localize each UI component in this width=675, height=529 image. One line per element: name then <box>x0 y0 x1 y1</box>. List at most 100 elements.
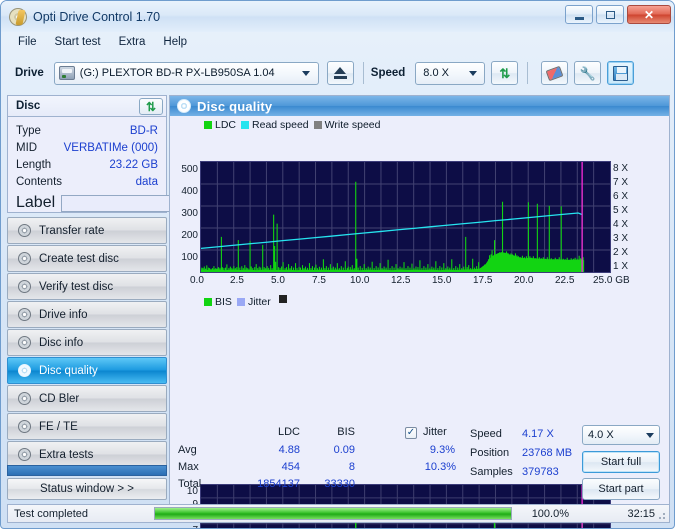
chevron-down-icon <box>298 63 315 84</box>
menu-bar: File Start test Extra Help <box>9 32 668 52</box>
sidebar-item-fe-te[interactable]: FE / TE <box>7 413 167 440</box>
progress-bar <box>154 507 512 520</box>
sidebar-item-disc-info[interactable]: Disc info <box>7 329 167 356</box>
results-samples-value: 379783 <box>522 466 559 478</box>
sidebar-item-label: Disc quality <box>39 364 98 377</box>
sidebar-accent-bar <box>7 465 167 476</box>
ldc-xtick-10: 25.0 GB <box>593 275 630 286</box>
toolbar: Drive (G:) PLEXTOR BD-R PX-LB950SA 1.04 … <box>7 54 670 92</box>
speed-select[interactable]: 8.0 X <box>415 61 486 85</box>
menu-file[interactable]: File <box>9 34 46 50</box>
ldc-xtick-8: 20.0 <box>514 275 534 286</box>
disc-info-row-contents: Contents data <box>16 173 158 190</box>
test-nav-list: Transfer rate Create test disc Verify te… <box>7 217 167 469</box>
drive-label: Drive <box>15 67 44 79</box>
disc-icon <box>16 448 32 462</box>
ldc-y2tick-1x: 1 X <box>613 261 629 272</box>
ldc-xtick-3: 7.5 <box>312 275 326 286</box>
disc-mid-label: MID <box>16 141 38 154</box>
disc-type-value: BD-R <box>129 124 158 137</box>
sidebar-item-transfer-rate[interactable]: Transfer rate <box>7 217 167 244</box>
results-avg-ldc: 4.88 <box>278 444 300 456</box>
ldc-ytick-100: 100 <box>181 252 198 263</box>
close-button[interactable]: ✕ <box>627 5 671 24</box>
disc-info-panel: Type BD-R MID VERBATIMe (000) Length 23.… <box>7 117 232 214</box>
toolbar-divider-2 <box>527 62 529 84</box>
menu-extra[interactable]: Extra <box>110 34 155 50</box>
settings-button[interactable]: 🔧 <box>574 61 602 85</box>
start-full-button[interactable]: Start full <box>582 451 660 473</box>
sidebar-item-label: Disc info <box>39 336 84 349</box>
disc-label-label: Label <box>16 194 56 211</box>
drive-select[interactable]: (G:) PLEXTOR BD-R PX-LB950SA 1.04 <box>53 61 319 85</box>
menu-start-test[interactable]: Start test <box>46 34 110 50</box>
ldc-legend-label: LDC <box>215 118 237 131</box>
minimize-icon <box>574 16 584 20</box>
results-total-ldc: 1854137 <box>257 478 300 490</box>
disc-refresh-button[interactable]: ⇅ <box>139 98 163 115</box>
status-window-button[interactable]: Status window > > <box>7 478 167 500</box>
results-max-jitter: 10.3% <box>424 461 456 473</box>
sidebar-item-create-test-disc[interactable]: Create test disc <box>7 245 167 272</box>
ldc-xtick-4: 10.0 <box>350 275 370 286</box>
jitter-legend-swatch <box>236 297 245 306</box>
speed-select-value: 8.0 X <box>423 67 449 79</box>
ldc-y2tick-6x: 6 X <box>613 191 629 202</box>
write-speed-legend-label: Write speed <box>324 118 381 131</box>
title-bar: Opti Drive Control 1.70 ✕ <box>1 1 674 32</box>
speed-label: Speed <box>370 67 406 79</box>
ldc-ytick-200: 200 <box>181 230 198 241</box>
results-avg-jitter: 9.3% <box>429 444 455 456</box>
erase-button[interactable] <box>541 61 569 85</box>
eject-icon <box>334 67 347 74</box>
chevron-down-icon <box>646 433 654 438</box>
ldc-y2tick-5x: 5 X <box>613 205 629 216</box>
start-part-button[interactable]: Start part <box>582 478 660 500</box>
read-speed-legend-label: Read speed <box>252 118 309 131</box>
save-button[interactable] <box>607 61 635 85</box>
resize-grip-icon[interactable] <box>656 510 666 520</box>
ldc-xtick-2: 5.0 <box>271 275 285 286</box>
write-speed-marker-icon <box>278 294 287 303</box>
maximize-button[interactable] <box>596 5 624 24</box>
results-max-bis: 8 <box>348 461 355 473</box>
minimize-button[interactable] <box>565 5 593 24</box>
disc-icon <box>16 308 32 322</box>
sidebar-item-cd-bler[interactable]: CD Bler <box>7 385 167 412</box>
ldc-plot-area <box>200 161 611 273</box>
results-position-label: Position <box>470 447 510 459</box>
disc-header-label: Disc <box>16 100 41 112</box>
ldc-xtick-6: 15.0 <box>432 275 452 286</box>
disc-icon <box>16 252 32 266</box>
disc-header: Disc ⇅ <box>7 95 167 117</box>
status-message: Test completed <box>14 507 88 520</box>
disc-contents-label: Contents <box>16 175 63 188</box>
refresh-icon: ⇅ <box>145 99 157 114</box>
results-speed-value: 4.17 X <box>522 428 554 440</box>
window-controls: ✕ <box>565 5 671 24</box>
ldc-y2tick-7x: 7 X <box>613 177 629 188</box>
disc-contents-value: data <box>135 175 158 188</box>
disc-icon <box>177 99 191 113</box>
ldc-y2tick-2x: 2 X <box>613 247 629 258</box>
bis-legend-label: BIS <box>215 295 232 308</box>
toolbar-divider <box>362 62 364 84</box>
write-speed-legend-swatch <box>313 120 322 129</box>
disc-info-row-mid: MID VERBATIMe (000) <box>16 139 158 156</box>
sidebar-item-drive-info[interactable]: Drive info <box>7 301 167 328</box>
disc-label-row: Label <box>16 192 232 214</box>
sidebar-item-disc-quality[interactable]: Disc quality <box>7 357 167 384</box>
jitter-checkbox[interactable] <box>405 427 417 439</box>
refresh-drive-button[interactable]: ⇅ <box>491 61 519 85</box>
disc-type-label: Type <box>16 124 41 137</box>
eject-button[interactable] <box>326 61 354 85</box>
test-speed-select[interactable]: 4.0 X <box>582 425 660 445</box>
menu-help[interactable]: Help <box>154 34 196 50</box>
disc-info-row-type: Type BD-R <box>16 122 158 139</box>
sidebar-item-extra-tests[interactable]: Extra tests <box>7 441 167 468</box>
ldc-ytick-400: 400 <box>181 186 198 197</box>
results-position-value: 23768 MB <box>522 447 573 459</box>
results-col-bis: BIS <box>337 426 355 438</box>
results-row-total-label: Total <box>178 478 202 490</box>
sidebar-item-verify-test-disc[interactable]: Verify test disc <box>7 273 167 300</box>
